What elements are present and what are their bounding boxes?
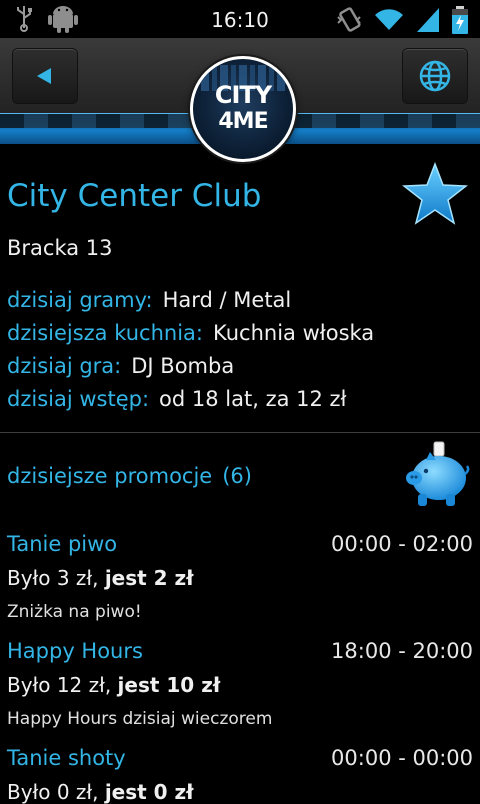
info-row-dj: dzisiaj gra: DJ Bomba (7, 354, 234, 378)
promo-time: 00:00 - 02:00 (331, 532, 473, 556)
promotions-count: (6) (222, 464, 252, 488)
promo-price-now: jest 10 zł (117, 673, 221, 697)
promo-price-now: jest 2 zł (104, 566, 194, 590)
globe-button[interactable] (402, 48, 468, 104)
vibrate-icon (336, 7, 362, 37)
promo-name: Tanie piwo (7, 532, 118, 556)
logo-text-city: CITY (214, 81, 272, 109)
info-row-entry: dzisiaj wstęp: od 18 lat, za 12 zł (7, 387, 347, 411)
back-button[interactable] (12, 48, 78, 104)
club-address: Bracka 13 (7, 236, 113, 260)
promo-price-was: Było 0 zł, (7, 780, 105, 804)
promo-description: Zniżka na piwo! (7, 602, 142, 622)
club-name: City Center Club (7, 178, 262, 214)
promo-price: Było 3 zł, jest 2 zł (7, 566, 194, 590)
info-row-cuisine: dzisiejsza kuchnia: Kuchnia włoska (7, 321, 374, 345)
battery-charging-icon (452, 6, 468, 38)
divider (0, 432, 480, 433)
app-logo: CITY 4ME (190, 56, 296, 162)
signal-icon (416, 7, 440, 37)
info-row-music: dzisiaj gramy: Hard / Metal (7, 288, 291, 312)
info-key: dzisiaj gramy: (7, 288, 153, 312)
info-key: dzisiaj gra: (7, 354, 122, 378)
promo-price: Było 12 zł, jest 10 zł (7, 673, 220, 697)
promo-price-now: jest 0 zł (104, 780, 194, 804)
status-bar: 16:10 (0, 0, 480, 38)
promo-time: 00:00 - 00:00 (331, 746, 473, 770)
promo-price-was: Było 3 zł, (7, 566, 105, 590)
info-value: Kuchnia włoska (213, 321, 375, 345)
piggy-bank-icon (404, 440, 470, 516)
promo-description: Happy Hours dzisiaj wieczorem (7, 709, 273, 729)
info-value: od 18 lat, za 12 zł (159, 387, 347, 411)
promo-name: Tanie shoty (7, 746, 126, 770)
wifi-icon (374, 8, 404, 36)
promo-price-was: Było 12 zł, (7, 673, 118, 697)
promotions-title: dzisiejsze promocje (7, 464, 213, 488)
info-key: dzisiaj wstęp: (7, 387, 150, 411)
star-icon[interactable] (401, 161, 469, 230)
promotions-header[interactable]: dzisiejsze promocje (6) (7, 464, 252, 488)
info-key: dzisiejsza kuchnia: (7, 321, 203, 345)
info-value: Hard / Metal (162, 288, 292, 312)
promo-price: Było 0 zł, jest 0 zł (7, 780, 194, 804)
info-value: DJ Bomba (131, 354, 235, 378)
promo-name: Happy Hours (7, 639, 143, 663)
promo-time: 18:00 - 20:00 (331, 639, 473, 663)
logo-text-4me: 4ME (218, 109, 268, 134)
